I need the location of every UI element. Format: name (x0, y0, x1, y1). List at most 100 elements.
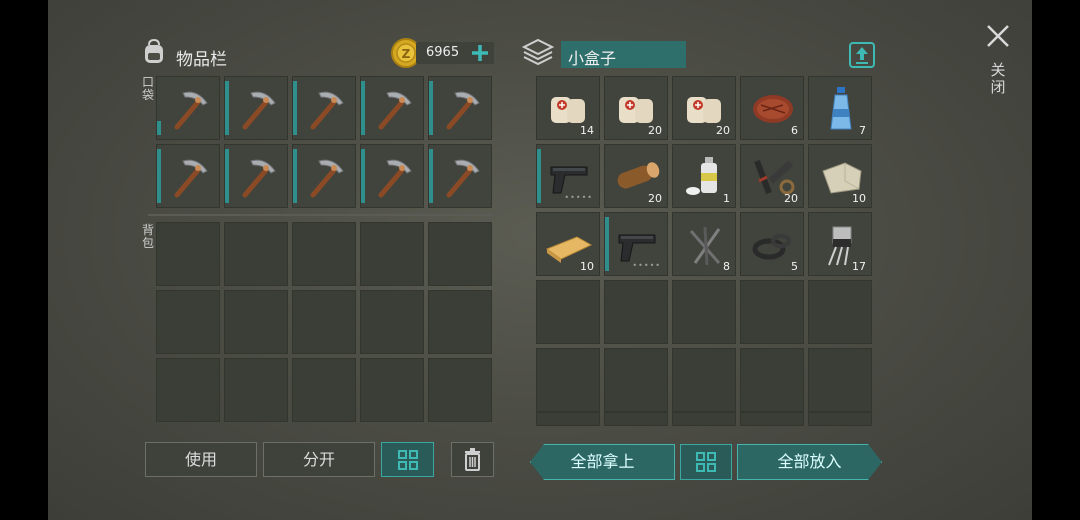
container-slot[interactable] (808, 412, 872, 426)
container-grid-empty (536, 280, 872, 412)
backpack-slot[interactable] (156, 358, 220, 422)
container-slot[interactable]: 20 (604, 76, 668, 140)
pocket-slot[interactable] (360, 76, 424, 140)
container-sort-grid-button[interactable] (680, 444, 732, 480)
backpack-slot[interactable] (156, 290, 220, 354)
backpack-slot[interactable] (360, 358, 424, 422)
backpack-slot[interactable] (428, 290, 492, 354)
container-slot[interactable] (536, 412, 600, 426)
container-slot[interactable] (740, 348, 804, 412)
durability-bar (605, 217, 609, 271)
container-slot[interactable]: 14 (536, 76, 600, 140)
backpack-grid (156, 222, 492, 422)
container-slot[interactable]: 20 (672, 76, 736, 140)
box-icon (520, 37, 556, 69)
split-button[interactable]: 分开 (263, 442, 375, 477)
pocket-slot[interactable] (224, 144, 288, 208)
container-slot[interactable]: 20 (740, 144, 804, 208)
durability-bar (537, 149, 541, 203)
put-all-button[interactable]: 全部放入 (737, 444, 882, 480)
container-slot[interactable]: 5 (740, 212, 804, 276)
item-count: 20 (648, 192, 662, 205)
durability-bar (429, 81, 433, 135)
container-grid-scroll-partial (536, 412, 872, 426)
durability-bar (225, 149, 229, 203)
container-slot[interactable]: 6 (740, 76, 804, 140)
container-slot[interactable]: 20 (604, 144, 668, 208)
durability-bar (293, 149, 297, 203)
pocket-slot[interactable] (360, 144, 424, 208)
pocket-grid (156, 76, 492, 208)
item-count: 5 (791, 260, 798, 273)
close-label: 关闭 (990, 61, 1006, 96)
pickaxe-icon (446, 159, 480, 198)
backpack-slot[interactable] (292, 290, 356, 354)
item-count: 20 (784, 192, 798, 205)
item-count: 1 (723, 192, 730, 205)
pocket-slot[interactable] (292, 76, 356, 140)
container-name: 小盒子 (568, 49, 617, 68)
upload-button[interactable] (848, 41, 876, 69)
add-gold-button[interactable] (469, 42, 491, 64)
backpack-slot[interactable] (428, 222, 492, 286)
pickaxe-icon (310, 91, 344, 130)
close-button[interactable] (984, 22, 1012, 50)
use-button[interactable]: 使用 (145, 442, 257, 477)
item-count: 20 (716, 124, 730, 137)
backpack-slot[interactable] (224, 358, 288, 422)
container-slot[interactable] (740, 412, 804, 426)
container-slot[interactable]: 17 (808, 212, 872, 276)
trash-button[interactable] (451, 442, 494, 477)
backpack-slot[interactable] (292, 222, 356, 286)
container-slot[interactable]: 8 (672, 212, 736, 276)
trash-icon (465, 448, 480, 471)
backpack-slot[interactable] (156, 222, 220, 286)
pocket-slot[interactable] (156, 76, 220, 140)
backpack-slot[interactable] (360, 290, 424, 354)
pocket-slot[interactable] (224, 76, 288, 140)
svg-text:Z: Z (402, 47, 411, 61)
container-slot[interactable] (808, 348, 872, 412)
backpack-slot[interactable] (224, 290, 288, 354)
grid-icon (398, 450, 418, 470)
item-count: 10 (580, 260, 594, 273)
container-slot[interactable] (536, 348, 600, 412)
pickaxe-icon (310, 159, 344, 198)
backpack-slot[interactable] (224, 222, 288, 286)
pocket-label: 口袋 (141, 75, 154, 102)
container-slot[interactable]: 10 (808, 144, 872, 208)
pocket-slot[interactable] (156, 144, 220, 208)
ammo-indicator: ••••• (632, 261, 661, 270)
container-slot[interactable] (808, 280, 872, 344)
container-slot[interactable]: 7 (808, 76, 872, 140)
container-slot[interactable] (672, 348, 736, 412)
backpack-slot[interactable] (360, 222, 424, 286)
container-slot[interactable] (672, 280, 736, 344)
container-slot[interactable] (604, 348, 668, 412)
backpack-slot[interactable] (428, 358, 492, 422)
pocket-slot[interactable] (428, 144, 492, 208)
sort-grid-button[interactable] (381, 442, 434, 477)
container-slot[interactable]: ••••• (604, 212, 668, 276)
pocket-slot[interactable] (292, 144, 356, 208)
container-slot[interactable] (536, 280, 600, 344)
container-slot[interactable] (604, 280, 668, 344)
durability-bar (157, 149, 161, 203)
pickaxe-icon (242, 91, 276, 130)
item-count: 7 (859, 124, 866, 137)
pickaxe-icon (378, 91, 412, 130)
backpack-slot[interactable] (292, 358, 356, 422)
durability-bar (429, 149, 433, 203)
container-slot[interactable] (672, 412, 736, 426)
container-slot[interactable]: ••••• (536, 144, 600, 208)
take-all-button[interactable]: 全部拿上 (530, 444, 675, 480)
container-slot[interactable] (604, 412, 668, 426)
pickaxe-icon (446, 91, 480, 130)
container-slot[interactable]: 10 (536, 212, 600, 276)
container-slot[interactable] (740, 280, 804, 344)
container-slot[interactable]: 1 (672, 144, 736, 208)
container-grid: 14 20 20 6 7 ••••• 20 1 20 10 10 ••••• 8 5 17 (536, 76, 872, 276)
pocket-slot[interactable] (428, 76, 492, 140)
gold-amount: 6965 (426, 45, 460, 60)
durability-bar (361, 149, 365, 203)
